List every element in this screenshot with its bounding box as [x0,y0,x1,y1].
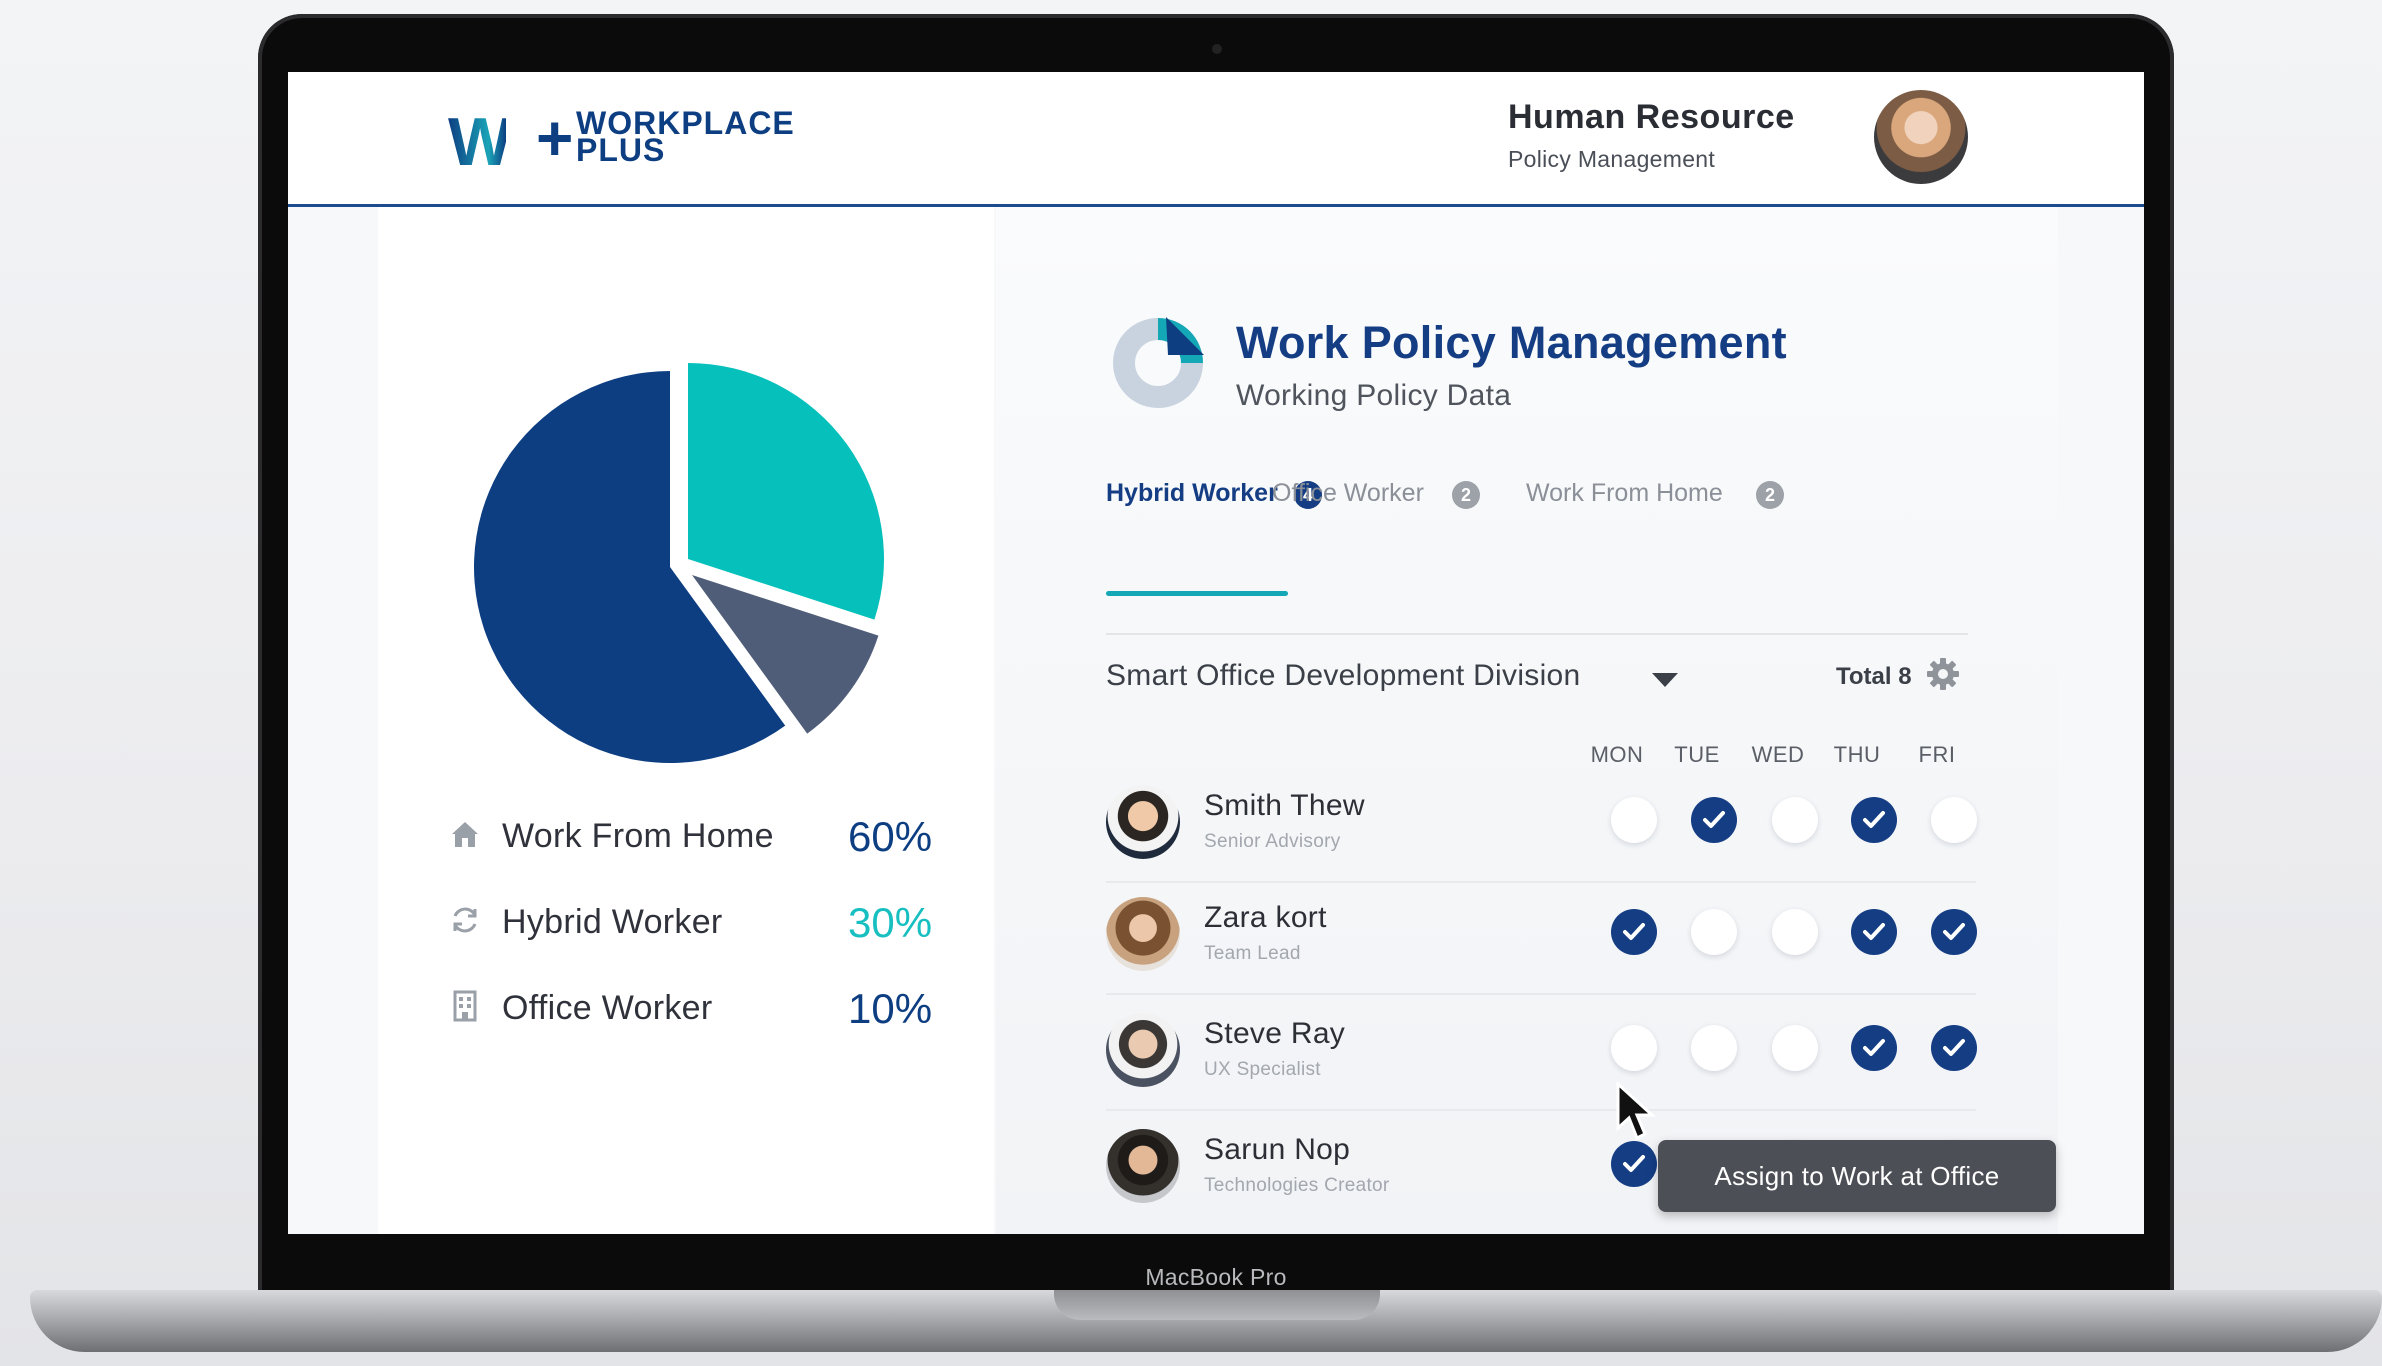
legend-label: Work From Home [502,817,774,855]
summary-panel: Work From Home 60% Hybrid Worker 30% Off… [378,207,994,1234]
row-divider [1106,881,1976,883]
checkmark-icon [1863,811,1885,828]
header-subtitle: Policy Management [1508,146,1716,172]
checkmark-icon [1623,923,1645,940]
legend-value: 30% [848,899,933,946]
camera-icon [1212,44,1222,54]
home-icon [452,822,478,847]
logo-line-2: PLUS [576,132,666,168]
laptop-notch [1054,1290,1380,1320]
device-label: MacBook Pro [1145,1264,1287,1290]
policy-panel: Work Policy Management Working Policy Da… [996,207,2058,1234]
day-checkbox-mon[interactable] [1611,1025,1657,1071]
donut-chart-icon [1113,317,1204,408]
app-header: W + WORKPLACE PLUS Human Resource Policy… [288,72,2144,207]
chevron-down-icon[interactable] [1652,673,1678,687]
employee-row: Smith Thew Senior Advisory [1106,785,1977,897]
day-header-mon: MON [1590,742,1644,767]
mouse-cursor-icon [1616,1082,1656,1141]
app-screen: W + WORKPLACE PLUS Human Resource Policy… [288,72,2144,1234]
day-checkbox-wed[interactable] [1772,797,1818,843]
employee-name: Smith Thew [1204,789,1365,822]
sync-icon [453,907,477,933]
employee-row: Steve Ray UX Specialist [1106,1013,1977,1125]
header-title: Human Resource [1508,98,1795,136]
logo-text: WORKPLACE PLUS [576,107,795,168]
legend-label: Hybrid Worker [502,903,723,941]
checkmark-icon [1703,811,1725,828]
logo-mark: W [448,104,512,180]
employee-row: Zara kort Team Lead [1106,897,1977,1009]
employee-role: UX Specialist [1204,1059,1321,1080]
logo-plus: + [536,102,574,174]
day-checkbox-mon[interactable] [1611,797,1657,843]
checkmark-icon [1863,1039,1885,1056]
building-icon [453,990,477,1022]
day-checkbox-fri[interactable] [1931,797,1977,843]
avatar [1106,785,1180,859]
tab-office-worker[interactable]: Office Worker 2 [1272,479,1512,535]
employee-role: Senior Advisory [1204,831,1341,852]
day-checkbox-thu[interactable] [1851,909,1897,955]
day-checkbox-wed[interactable] [1772,909,1818,955]
day-checkbox-thu[interactable] [1851,1025,1897,1071]
tab-count-badge: 2 [1452,481,1480,509]
day-checkbox-mon[interactable] [1611,909,1657,955]
employee-name: Steve Ray [1204,1017,1346,1050]
employee-name: Zara kort [1204,901,1327,934]
gear-icon[interactable] [1926,657,1960,691]
active-tab-indicator [1106,591,1288,596]
tab-label: Hybrid Worker [1106,479,1278,507]
day-checkbox-tue[interactable] [1691,797,1737,843]
avatar [1106,1013,1180,1087]
tab-label: Work From Home [1526,479,1723,507]
avatar [1106,897,1180,971]
pie-slice-hybrid-worker [688,363,884,620]
legend-item-work-from-home: Work From Home 60% [448,807,948,867]
page-title: Work Policy Management [1236,317,1787,368]
legend-item-hybrid-worker: Hybrid Worker 30% [448,893,948,953]
day-checkbox-tue[interactable] [1691,1025,1737,1071]
day-header-thu: THU [1833,742,1881,767]
checkmark-icon [1943,1039,1965,1056]
employee-role: Team Lead [1204,943,1301,964]
checkmark-icon [1863,923,1885,940]
tab-work-from-home[interactable]: Work From Home 2 [1526,479,1796,535]
employee-role: Technologies Creator [1204,1175,1390,1196]
checkmark-icon [1623,1155,1645,1172]
avatar [1106,1129,1180,1203]
day-checkbox-thu[interactable] [1851,797,1897,843]
day-header-wed: WED [1751,742,1805,767]
day-checkbox-tue[interactable] [1691,909,1737,955]
legend-value: 60% [848,813,933,860]
division-select[interactable]: Smart Office Development Division [1106,659,1581,693]
assign-tooltip: Assign to Work at Office [1658,1140,2056,1212]
tabs-divider [1106,633,1968,635]
day-checkbox-wed[interactable] [1772,1025,1818,1071]
legend-item-office-worker: Office Worker 10% [448,979,948,1039]
checkmark-icon [1943,923,1965,940]
total-count: Total 8 [1836,663,1912,690]
user-avatar[interactable] [1874,90,1968,184]
day-checkbox-fri[interactable] [1931,909,1977,955]
row-divider [1106,993,1976,995]
day-checkbox-fri[interactable] [1931,1025,1977,1071]
legend-label: Office Worker [502,989,713,1027]
day-header-tue: TUE [1674,742,1720,767]
day-header-fri: FRI [1918,742,1956,767]
day-checkbox-mon[interactable] [1611,1141,1657,1187]
legend-value: 10% [848,985,933,1032]
employee-name: Sarun Nop [1204,1133,1351,1166]
tab-count-badge: 2 [1756,481,1784,509]
row-divider [1106,1109,1976,1111]
page-subtitle: Working Policy Data [1236,379,1512,412]
tab-label: Office Worker [1272,479,1424,507]
policy-pie-chart [468,357,888,777]
